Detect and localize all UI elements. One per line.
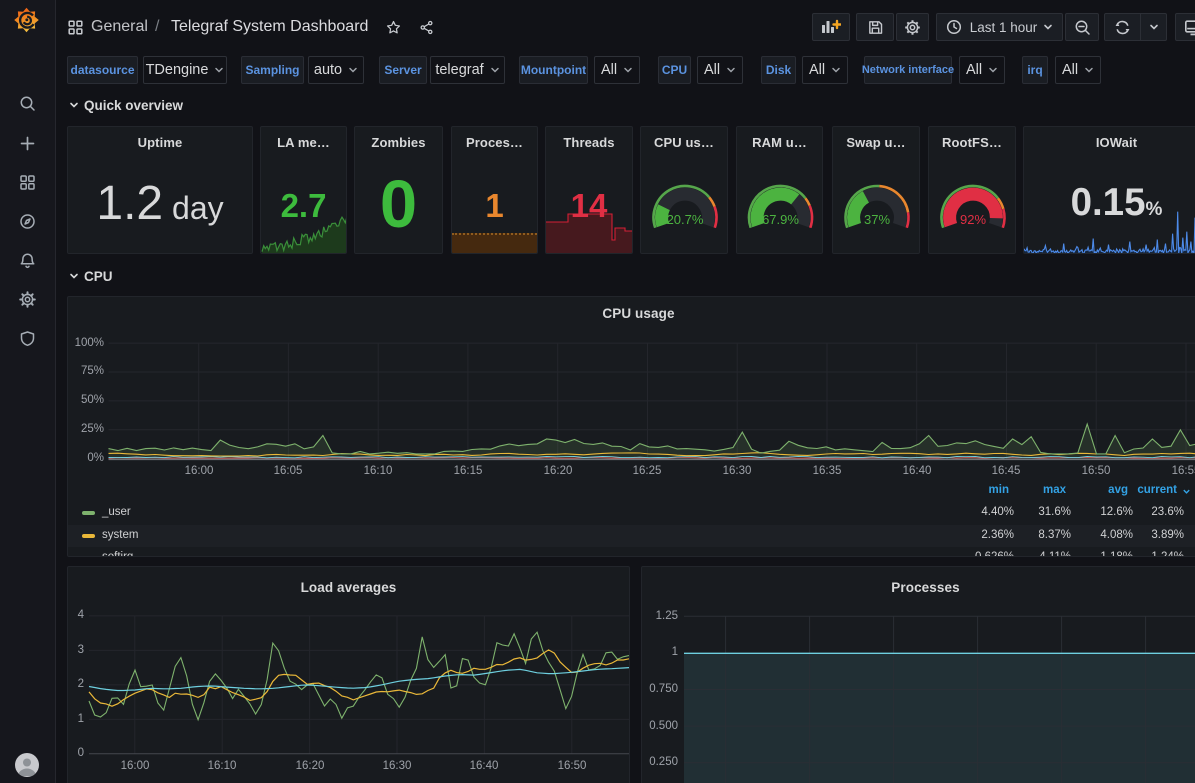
svg-text:92%: 92% [960,212,986,227]
svg-text:20.7%: 20.7% [667,212,704,227]
svg-text:67.9%: 67.9% [762,212,799,227]
svg-text:37%: 37% [864,212,890,227]
